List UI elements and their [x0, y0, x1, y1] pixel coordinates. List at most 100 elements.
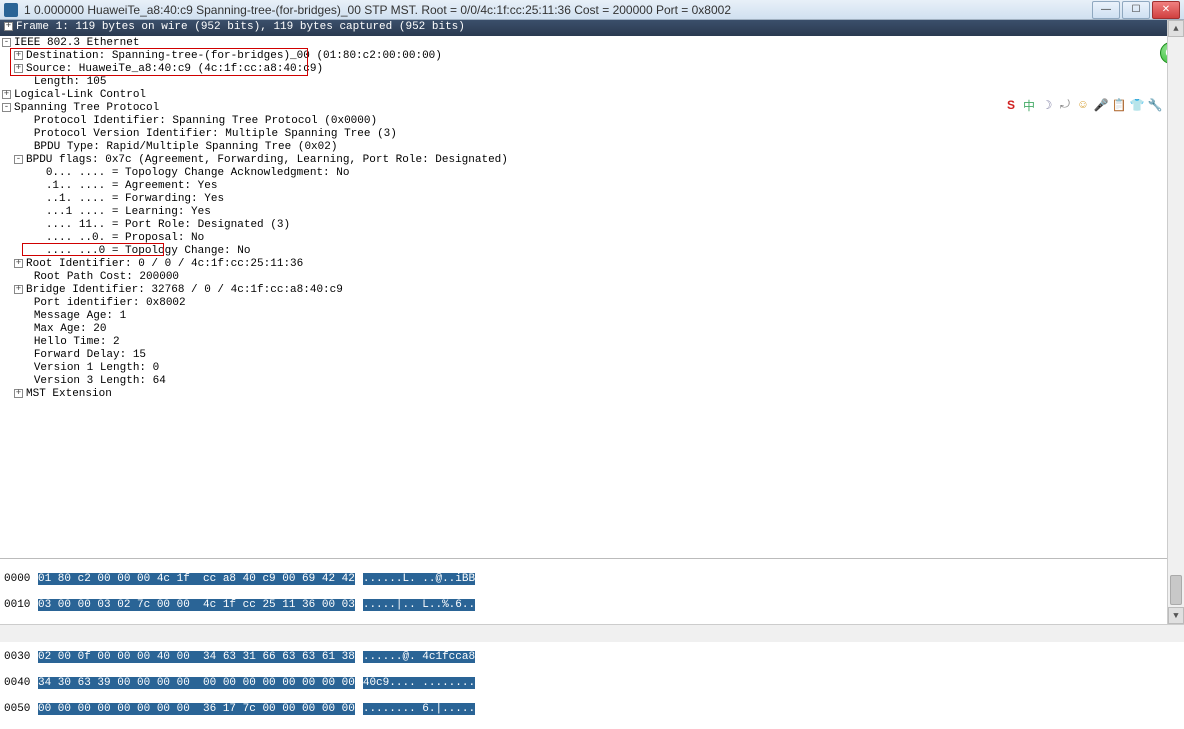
tree-label: BPDU Type: Rapid/Multiple Spanning Tree … — [34, 141, 338, 153]
hex-ascii: ......@. 4c1fcca8 — [363, 651, 475, 663]
lang-icon[interactable]: 中 — [1022, 98, 1036, 112]
maximize-button[interactable]: ☐ — [1122, 1, 1150, 19]
tree-v1len[interactable]: Version 1 Length: 0 — [2, 362, 1182, 375]
tree-root-cost[interactable]: Root Path Cost: 200000 — [2, 271, 1182, 284]
mic-icon[interactable]: 🎤 — [1094, 98, 1108, 112]
tree-flag-portrole[interactable]: .... 11.. = Port Role: Designated (3) — [2, 219, 1182, 232]
expand-icon[interactable]: + — [14, 389, 23, 398]
moon-icon[interactable]: ☽ — [1040, 98, 1054, 112]
tree-label: Bridge Identifier: 32768 / 0 / 4c:1f:cc:… — [26, 284, 343, 296]
hex-ascii: .....|.. L..%.6.. — [363, 599, 475, 611]
tree-label: Message Age: 1 — [34, 310, 126, 322]
expand-icon[interactable]: + — [14, 259, 23, 268]
scroll-track[interactable] — [1168, 37, 1184, 607]
expand-icon[interactable]: + — [14, 51, 23, 60]
hex-bytes: 02 00 0f 00 00 00 40 00 34 63 31 66 63 6… — [38, 651, 355, 663]
tree-label: Port identifier: 0x8002 — [34, 297, 186, 309]
window-controls: — ☐ ✕ — [1090, 1, 1180, 19]
tree-bpdu-type[interactable]: BPDU Type: Rapid/Multiple Spanning Tree … — [2, 141, 1182, 154]
tree-bridge-id[interactable]: +Bridge Identifier: 32768 / 0 / 4c:1f:cc… — [2, 284, 1182, 297]
tree-label: Hello Time: 2 — [34, 336, 120, 348]
tree-label: .... 11.. = Port Role: Designated (3) — [46, 219, 290, 231]
tree-label: Forward Delay: 15 — [34, 349, 146, 361]
keyboard-icon[interactable]: 📋 — [1112, 98, 1126, 112]
ime-toolbar[interactable]: S 中 ☽ ⤾ ☺ 🎤 📋 👕 🔧 — [1002, 96, 1164, 114]
settings-icon[interactable]: 🔧 — [1148, 98, 1162, 112]
tree-proto-ver[interactable]: Protocol Version Identifier: Multiple Sp… — [2, 128, 1182, 141]
scroll-thumb[interactable] — [1170, 575, 1182, 605]
tree-label: Protocol Version Identifier: Multiple Sp… — [34, 128, 397, 140]
tree-ethernet[interactable]: -IEEE 802.3 Ethernet — [2, 37, 1182, 50]
hex-offset: 0040 — [4, 677, 38, 690]
tree-label: ..1. .... = Forwarding: Yes — [46, 193, 224, 205]
hex-row[interactable]: 004034 30 63 39 00 00 00 00 00 00 00 00 … — [4, 677, 1163, 690]
tree-label: 0... .... = Topology Change Acknowledgme… — [46, 167, 350, 179]
minimize-button[interactable]: — — [1092, 1, 1120, 19]
tree-label: Root Path Cost: 200000 — [34, 271, 179, 283]
tree-label: Protocol Identifier: Spanning Tree Proto… — [34, 115, 377, 127]
tree-label: Spanning Tree Protocol — [14, 102, 159, 114]
tree-mst-ext[interactable]: +MST Extension — [2, 388, 1182, 401]
expand-icon[interactable]: + — [4, 22, 13, 31]
emoji-icon[interactable]: ☺ — [1076, 98, 1090, 112]
expand-icon[interactable]: + — [2, 90, 11, 99]
hex-row[interactable]: 005000 00 00 00 00 00 00 00 36 17 7c 00 … — [4, 703, 1163, 716]
frame-summary-bar[interactable]: +Frame 1: 119 bytes on wire (952 bits), … — [0, 20, 1184, 36]
hex-row[interactable]: 000001 80 c2 00 00 00 4c 1f cc a8 40 c9 … — [4, 573, 1163, 586]
hex-offset: 0010 — [4, 599, 38, 612]
hex-offset: 0000 — [4, 573, 38, 586]
tree-fwd-delay[interactable]: Forward Delay: 15 — [2, 349, 1182, 362]
collapse-icon[interactable]: - — [14, 155, 23, 164]
tree-flag-learning[interactable]: ...1 .... = Learning: Yes — [2, 206, 1182, 219]
hex-bytes: 34 30 63 39 00 00 00 00 00 00 00 00 00 0… — [38, 677, 355, 689]
hex-ascii: 40c9.... ........ — [363, 677, 475, 689]
tree-length[interactable]: Length: 105 — [2, 76, 1182, 89]
undo-icon[interactable]: ⤾ — [1058, 98, 1072, 112]
hex-bytes: 01 80 c2 00 00 00 4c 1f cc a8 40 c9 00 6… — [38, 573, 355, 585]
tree-hello[interactable]: Hello Time: 2 — [2, 336, 1182, 349]
tree-max-age[interactable]: Max Age: 20 — [2, 323, 1182, 336]
hex-row[interactable]: 003002 00 0f 00 00 00 40 00 34 63 31 66 … — [4, 651, 1163, 664]
tree-proto-id[interactable]: Protocol Identifier: Spanning Tree Proto… — [2, 115, 1182, 128]
scroll-down-button[interactable]: ▼ — [1168, 607, 1184, 624]
hex-bytes: 03 00 00 03 02 7c 00 00 4c 1f cc 25 11 3… — [38, 599, 355, 611]
vertical-scrollbar[interactable]: ▲ ▼ — [1167, 20, 1184, 624]
tree-root-id[interactable]: +Root Identifier: 0 / 0 / 4c:1f:cc:25:11… — [2, 258, 1182, 271]
tree-label: Root Identifier: 0 / 0 / 4c:1f:cc:25:11:… — [26, 258, 303, 270]
tree-label: .... ..0. = Proposal: No — [46, 232, 204, 244]
window-titlebar: 1 0.000000 HuaweiTe_a8:40:c9 Spanning-tr… — [0, 0, 1184, 20]
tree-msg-age[interactable]: Message Age: 1 — [2, 310, 1182, 323]
tree-flag-tca[interactable]: 0... .... = Topology Change Acknowledgme… — [2, 167, 1182, 180]
tree-dest[interactable]: +Destination: Spanning-tree-(for-bridges… — [2, 50, 1182, 63]
tree-label: Length: 105 — [34, 76, 107, 88]
scroll-up-button[interactable]: ▲ — [1168, 20, 1184, 37]
skin-icon[interactable]: 👕 — [1130, 98, 1144, 112]
tree-label: ...1 .... = Learning: Yes — [46, 206, 211, 218]
tree-v3len[interactable]: Version 3 Length: 64 — [2, 375, 1182, 388]
tree-flag-agreement[interactable]: .1.. .... = Agreement: Yes — [2, 180, 1182, 193]
window-title: 1 0.000000 HuaweiTe_a8:40:c9 Spanning-tr… — [24, 3, 1090, 17]
tree-label: Destination: Spanning-tree-(for-bridges)… — [26, 50, 442, 62]
frame-summary-text: Frame 1: 119 bytes on wire (952 bits), 1… — [16, 21, 465, 33]
tree-port-id[interactable]: Port identifier: 0x8002 — [2, 297, 1182, 310]
sogou-icon[interactable]: S — [1004, 98, 1018, 112]
packet-details-tree[interactable]: -IEEE 802.3 Ethernet +Destination: Spann… — [0, 36, 1184, 574]
tree-flag-forwarding[interactable]: ..1. .... = Forwarding: Yes — [2, 193, 1182, 206]
tree-flag-proposal[interactable]: .... ..0. = Proposal: No — [2, 232, 1182, 245]
tree-source[interactable]: +Source: HuaweiTe_a8:40:c9 (4c:1f:cc:a8:… — [2, 63, 1182, 76]
tree-label: IEEE 802.3 Ethernet — [14, 37, 139, 49]
app-icon — [4, 3, 18, 17]
tree-label: Source: HuaweiTe_a8:40:c9 (4c:1f:cc:a8:4… — [26, 63, 323, 75]
expand-icon[interactable]: + — [14, 285, 23, 294]
expand-icon[interactable]: + — [14, 64, 23, 73]
collapse-icon[interactable]: - — [2, 103, 11, 112]
tree-bpdu-flags[interactable]: -BPDU flags: 0x7c (Agreement, Forwarding… — [2, 154, 1182, 167]
collapse-icon[interactable]: - — [2, 38, 11, 47]
tree-label: Max Age: 20 — [34, 323, 107, 335]
tree-flag-tc[interactable]: .... ...0 = Topology Change: No — [2, 245, 1182, 258]
hex-row[interactable]: 001003 00 00 03 02 7c 00 00 4c 1f cc 25 … — [4, 599, 1163, 612]
hex-dump-pane[interactable]: 000001 80 c2 00 00 00 4c 1f cc a8 40 c9 … — [0, 558, 1167, 624]
hex-ascii: ......L. ..@..iBB — [363, 573, 475, 585]
close-button[interactable]: ✕ — [1152, 1, 1180, 19]
hex-offset: 0030 — [4, 651, 38, 664]
